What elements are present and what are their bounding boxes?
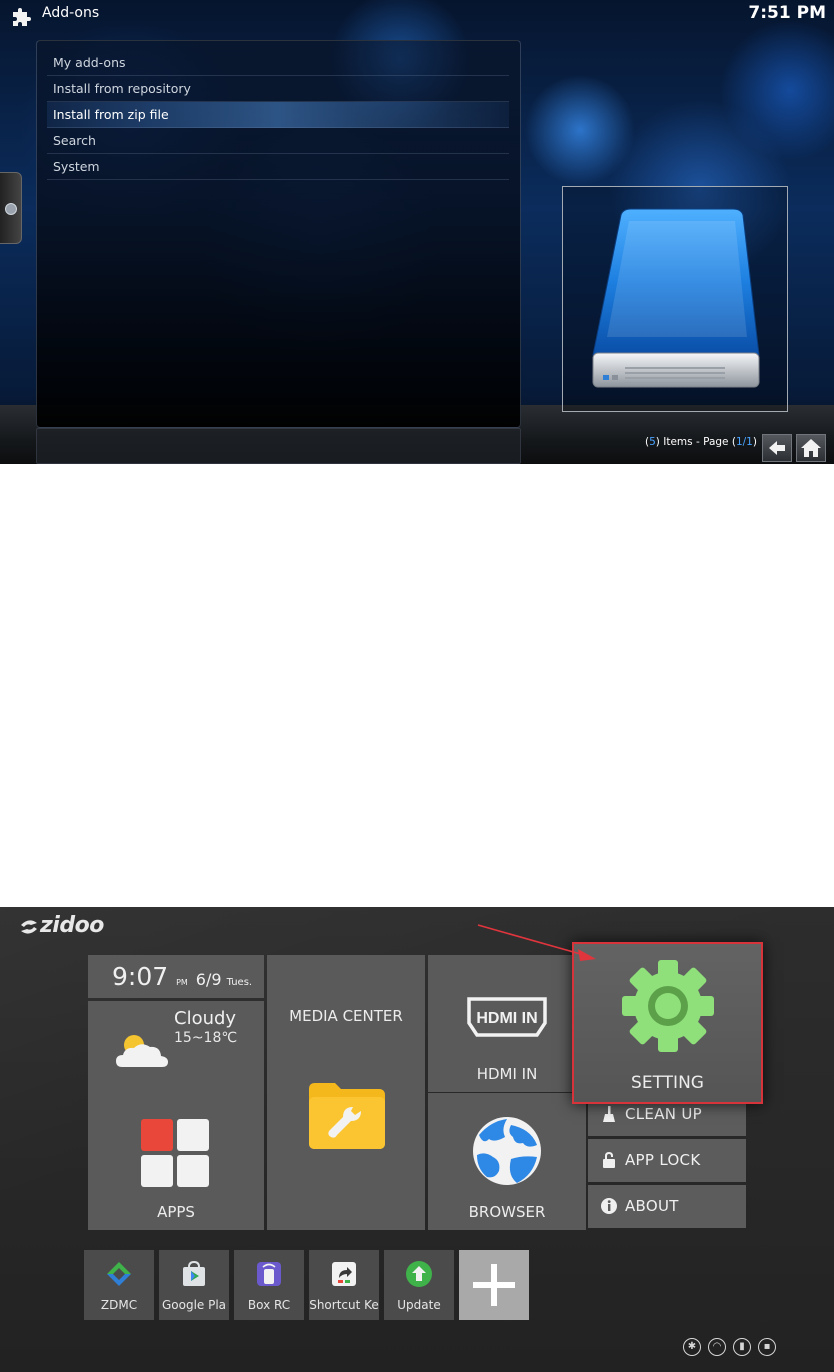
clock-time: 9:07 bbox=[112, 962, 169, 991]
wifi-icon: ◠ bbox=[708, 1338, 726, 1356]
back-arrow-icon bbox=[769, 441, 785, 455]
shortcut-key-icon bbox=[332, 1262, 356, 1286]
items-text: Items - Page bbox=[659, 436, 732, 448]
items-page-counter: (5) Items - Page (1/1) bbox=[645, 436, 757, 448]
weather-temperature: 15~18℃ bbox=[174, 1030, 238, 1046]
window-title: Add-ons bbox=[42, 5, 100, 21]
google-play-store-icon bbox=[183, 1260, 205, 1286]
menu-item-install-from-zip-file[interactable]: Install from zip file bbox=[47, 102, 509, 128]
browser-globe-icon bbox=[473, 1117, 541, 1185]
app-update[interactable]: Update bbox=[384, 1250, 454, 1320]
media-folder-tools-icon bbox=[309, 1083, 385, 1149]
app-shortcut-key[interactable]: Shortcut Ke bbox=[309, 1250, 379, 1320]
zidoo-launcher-screen: zidoo 9:07 PM 6/9 Tues. Cloudy 15~18℃ AP… bbox=[0, 907, 834, 1372]
cloudy-weather-icon bbox=[116, 1035, 168, 1067]
back-button[interactable] bbox=[762, 434, 792, 462]
remote-control-icon bbox=[257, 1262, 281, 1286]
add-app-button[interactable] bbox=[459, 1250, 529, 1320]
apps-label: APPS bbox=[157, 1203, 195, 1221]
media-center-tile[interactable]: MEDIA CENTER bbox=[267, 955, 425, 1230]
weather-condition: Cloudy bbox=[174, 1008, 237, 1029]
clock-ampm: PM bbox=[176, 978, 188, 987]
ethernet-icon: ▪ bbox=[758, 1338, 776, 1356]
app-zdmc[interactable]: ZDMC bbox=[84, 1250, 154, 1320]
clock: 7:51 PM bbox=[748, 3, 826, 23]
hdmi-in-tile[interactable]: HDMI IN HDMI IN bbox=[428, 955, 586, 1092]
app-label-google-play: Google Pla bbox=[161, 1298, 227, 1312]
kodi-addons-screen: Add-ons 7:51 PM My add-ons Install from … bbox=[0, 0, 834, 464]
zidoo-logo: zidoo bbox=[40, 913, 104, 938]
broom-icon bbox=[603, 1106, 615, 1122]
hdmi-icon: HDMI IN bbox=[467, 997, 547, 1037]
menu-item-my-addons[interactable]: My add-ons bbox=[47, 50, 509, 76]
about-label: ABOUT bbox=[625, 1197, 679, 1215]
hdmi-in-label: HDMI IN bbox=[476, 1065, 538, 1083]
addons-puzzle-icon bbox=[13, 8, 31, 26]
app-google-play[interactable]: Google Pla bbox=[159, 1250, 229, 1320]
weather-tile[interactable]: Cloudy 15~18℃ bbox=[88, 1001, 264, 1097]
bluetooth-icon: ✱ bbox=[683, 1338, 701, 1356]
items-count: 5 bbox=[649, 436, 656, 448]
addon-thumbnail bbox=[562, 186, 788, 412]
gear-icon bbox=[622, 960, 714, 1052]
apps-grid-icon bbox=[141, 1119, 209, 1187]
app-label-update: Update bbox=[397, 1298, 441, 1312]
addons-menu-panel: My add-ons Install from repository Insta… bbox=[36, 40, 521, 428]
update-arrow-icon bbox=[406, 1261, 432, 1287]
clock-weekday: Tues. bbox=[226, 977, 253, 988]
plus-icon bbox=[473, 1264, 515, 1306]
app-lock-label: APP LOCK bbox=[625, 1151, 701, 1169]
page-number: 1/1 bbox=[735, 436, 753, 448]
clean-up-label: CLEAN UP bbox=[625, 1105, 702, 1123]
apps-tile[interactable]: APPS bbox=[88, 1093, 264, 1230]
side-item-about[interactable]: ABOUT bbox=[588, 1185, 746, 1228]
setting-label: SETTING bbox=[631, 1073, 704, 1093]
home-icon bbox=[801, 439, 821, 457]
zidoo-logo-icon bbox=[21, 920, 37, 934]
menu-item-install-from-repository[interactable]: Install from repository bbox=[47, 76, 509, 102]
side-item-app-lock[interactable]: APP LOCK bbox=[588, 1139, 746, 1182]
zdmc-icon bbox=[107, 1262, 131, 1286]
app-label-shortcut-key: Shortcut Ke bbox=[309, 1298, 379, 1312]
hard-drive-icon bbox=[592, 208, 760, 388]
app-box-rc[interactable]: Box RC bbox=[234, 1250, 304, 1320]
side-menu-dot-icon bbox=[5, 203, 17, 215]
browser-tile[interactable]: BROWSER bbox=[428, 1093, 586, 1230]
setting-tile[interactable]: SETTING bbox=[572, 942, 763, 1104]
home-button[interactable] bbox=[796, 434, 826, 462]
menu-item-search[interactable]: Search bbox=[47, 128, 509, 154]
info-panel bbox=[36, 428, 521, 464]
app-label-zdmc: ZDMC bbox=[100, 1298, 138, 1312]
media-center-label: MEDIA CENTER bbox=[289, 1007, 403, 1025]
clock-display: 9:07 PM 6/9 Tues. bbox=[112, 963, 252, 997]
hdmi-badge-text: HDMI IN bbox=[476, 1010, 537, 1027]
lock-icon bbox=[603, 1152, 615, 1168]
app-label-box-rc: Box RC bbox=[247, 1298, 291, 1312]
usb-icon: ▮ bbox=[733, 1338, 751, 1356]
browser-label: BROWSER bbox=[468, 1203, 546, 1221]
clock-tile: 9:07 PM 6/9 Tues. bbox=[88, 955, 264, 998]
clock-date: 6/9 bbox=[195, 970, 222, 989]
side-menu-tab[interactable] bbox=[0, 172, 22, 244]
menu-item-system[interactable]: System bbox=[47, 154, 509, 180]
info-icon bbox=[601, 1198, 617, 1214]
